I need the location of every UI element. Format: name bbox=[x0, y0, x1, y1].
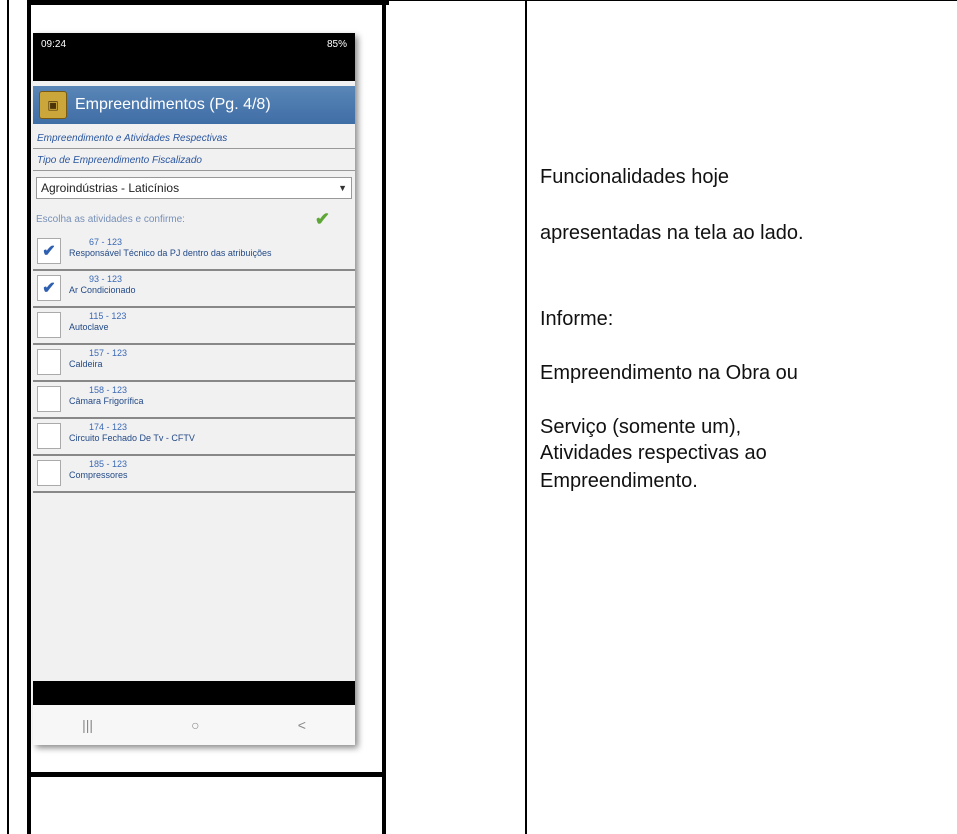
form-content: Empreendimento e Atividades Respectivas … bbox=[33, 127, 355, 493]
activity-text: 174 - 123 Circuito Fechado De Tv - CFTV bbox=[69, 419, 195, 444]
right-line-5: Serviço (somente um), bbox=[540, 416, 742, 438]
right-line-3: Informe: bbox=[540, 308, 614, 330]
activity-checkbox[interactable]: ✔ bbox=[37, 275, 61, 301]
activity-text: 93 - 123 Ar Condicionado bbox=[69, 271, 136, 296]
table-left-border bbox=[7, 0, 9, 834]
app-header: ▣ Empreendimentos (Pg. 4/8) bbox=[33, 86, 355, 124]
section-type-title: Tipo de Empreendimento Fiscalizado bbox=[33, 149, 355, 171]
activity-text: 157 - 123 Caldeira bbox=[69, 345, 127, 370]
table-mid-border bbox=[29, 772, 386, 777]
choose-label: Escolha as atividades e confirme: bbox=[36, 214, 185, 225]
inner-left-border bbox=[27, 0, 31, 834]
activity-item[interactable]: 185 - 123 Compressores bbox=[33, 456, 355, 493]
enterprise-type-select[interactable]: Agroindústrias - Laticínios ▼ bbox=[36, 177, 352, 199]
activity-code: 93 - 123 bbox=[89, 274, 123, 284]
nav-spacer bbox=[33, 681, 355, 705]
column-divider bbox=[525, 0, 527, 834]
dropdown-value: Agroindústrias - Laticínios bbox=[41, 181, 180, 195]
activity-code: 158 - 123 bbox=[89, 385, 128, 395]
activity-text: 158 - 123 Câmara Frigorífica bbox=[69, 382, 144, 407]
activity-checkbox[interactable] bbox=[37, 460, 61, 486]
choose-activities-row: Escolha as atividades e confirme: ✔ bbox=[33, 205, 355, 234]
home-icon[interactable]: ○ bbox=[191, 717, 199, 733]
right-line-2: apresentadas na tela ao lado. bbox=[540, 222, 804, 244]
page-title: Empreendimentos (Pg. 4/8) bbox=[75, 96, 271, 113]
activity-name: Ar Condicionado bbox=[69, 285, 136, 295]
activity-item[interactable]: 158 - 123 Câmara Frigorífica bbox=[33, 382, 355, 419]
activity-item[interactable]: 174 - 123 Circuito Fechado De Tv - CFTV bbox=[33, 419, 355, 456]
right-line-4: Empreendimento na Obra ou bbox=[540, 362, 798, 384]
app-logo-icon: ▣ bbox=[39, 91, 67, 119]
activity-checkbox[interactable] bbox=[37, 423, 61, 449]
activity-name: Responsável Técnico da PJ dentro das atr… bbox=[69, 248, 272, 258]
activity-name: Autoclave bbox=[69, 322, 109, 332]
activity-name: Câmara Frigorífica bbox=[69, 396, 144, 406]
activity-item[interactable]: 157 - 123 Caldeira bbox=[33, 345, 355, 382]
activity-checkbox[interactable] bbox=[37, 349, 61, 375]
activity-list: ✔ 67 - 123 Responsável Técnico da PJ dentr… bbox=[33, 234, 355, 493]
activity-text: 67 - 123 Responsável Técnico da PJ dentro… bbox=[69, 234, 271, 259]
activity-code: 185 - 123 bbox=[89, 459, 128, 469]
table-top-border bbox=[29, 0, 389, 5]
status-bar: 09:24 85% bbox=[33, 33, 355, 81]
activity-item[interactable]: ✔ 93 - 123 Ar Condicionado bbox=[33, 271, 355, 308]
activity-item[interactable]: ✔ 67 - 123 Responsável Técnico da PJ dentr… bbox=[33, 234, 355, 271]
right-line-1: Funcionalidades hoje bbox=[540, 166, 730, 188]
activity-name: Compressores bbox=[69, 470, 128, 480]
section-activities-title: Empreendimento e Atividades Respectivas bbox=[33, 127, 355, 149]
activity-name: Circuito Fechado De Tv - CFTV bbox=[69, 433, 195, 443]
activity-text: 185 - 123 Compressores bbox=[69, 456, 128, 481]
right-line-6: Atividades respectivas ao bbox=[540, 442, 767, 464]
chevron-down-icon: ▼ bbox=[338, 183, 347, 193]
status-time: 09:24 bbox=[41, 39, 67, 50]
confirm-check-icon[interactable]: ✔ bbox=[315, 209, 330, 230]
activity-name: Caldeira bbox=[69, 359, 103, 369]
right-line-7: Empreendimento. bbox=[540, 470, 698, 492]
inner-right-border bbox=[382, 0, 386, 834]
android-nav-bar: ||| ○ < bbox=[33, 705, 355, 745]
phone-screenshot: 09:24 85% ▣ Empreendimentos (Pg. 4/8) Em… bbox=[33, 33, 355, 745]
activity-code: 115 - 123 bbox=[89, 311, 127, 321]
activity-item[interactable]: 115 - 123 Autoclave bbox=[33, 308, 355, 345]
activity-checkbox[interactable] bbox=[37, 386, 61, 412]
activity-text: 115 - 123 Autoclave bbox=[69, 308, 126, 333]
activity-code: 67 - 123 bbox=[89, 237, 123, 247]
activity-checkbox[interactable] bbox=[37, 312, 61, 338]
activity-code: 174 - 123 bbox=[89, 422, 128, 432]
activity-checkbox[interactable]: ✔ bbox=[37, 238, 61, 264]
back-icon[interactable]: < bbox=[298, 717, 306, 733]
activity-code: 157 - 123 bbox=[89, 348, 128, 358]
table-top-line bbox=[389, 0, 957, 1]
battery-indicator: 85% bbox=[326, 39, 347, 50]
recent-apps-icon[interactable]: ||| bbox=[82, 717, 93, 733]
